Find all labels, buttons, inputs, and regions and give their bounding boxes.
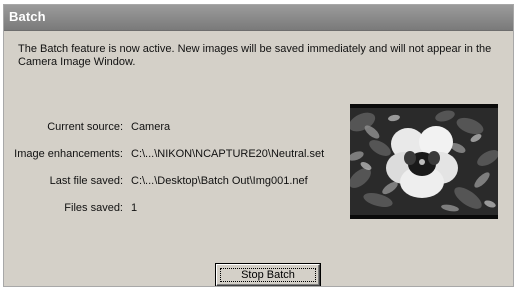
window-title: Batch [9,9,46,24]
last-file-saved-value: C:\...\Desktop\Batch Out\Img001.nef [131,175,308,187]
image-enhancements-value: C:\...\NIKON\NCAPTURE20\Neutral.set [131,148,325,160]
image-enhancements-label: Image enhancements: [14,148,123,160]
stop-batch-button[interactable]: Stop Batch [216,264,320,286]
stop-batch-label: Stop Batch [241,269,295,281]
current-source-value: Camera [131,121,171,133]
files-saved-label: Files saved: [64,202,123,214]
files-saved-value: 1 [131,202,138,214]
title-bar[interactable]: Batch [4,5,513,31]
batch-dialog: Batch The Batch feature is now active. N… [3,4,514,287]
image-preview [350,104,498,219]
last-file-saved-label: Last file saved: [49,175,123,187]
current-source-label: Current source: [47,121,123,133]
pansy-photo [350,108,498,215]
status-message: The Batch feature is now active. New ima… [18,43,492,68]
